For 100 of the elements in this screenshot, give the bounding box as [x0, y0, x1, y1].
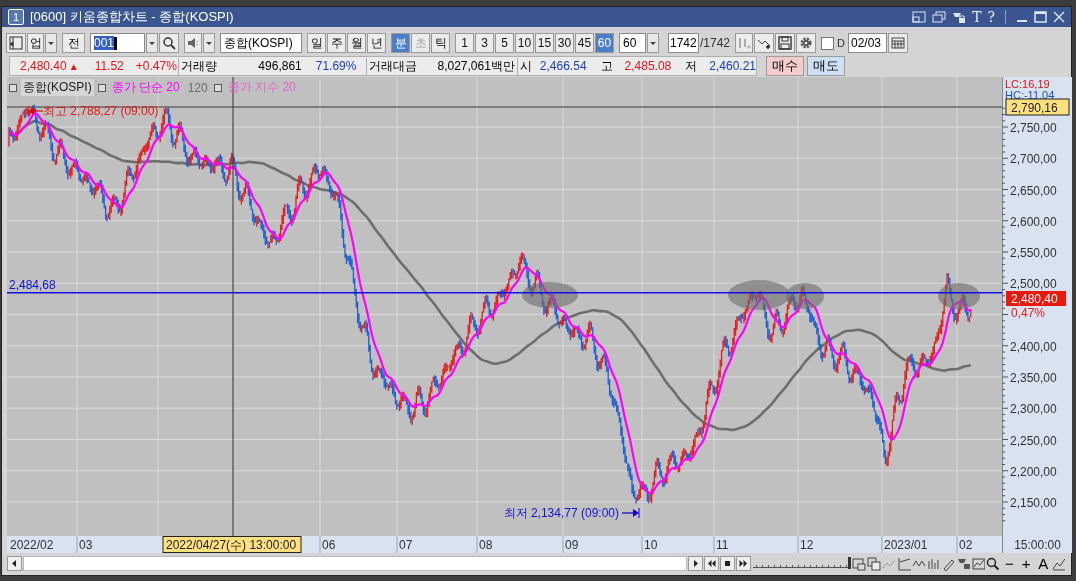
scroll-right-icon [691, 559, 700, 568]
settings-icon [799, 36, 814, 50]
stop-icon [722, 559, 732, 568]
change-percent: +0.47% [135, 59, 176, 73]
candle-add-icon [737, 36, 752, 50]
windows-icon[interactable] [932, 11, 947, 23]
axis-tick-label: 2,250,00 [1010, 433, 1057, 448]
lock-icon[interactable] [956, 556, 971, 571]
scope-button[interactable]: 전 [62, 33, 85, 53]
fast-forward-button[interactable] [735, 556, 751, 571]
windows-icon[interactable] [867, 556, 881, 571]
interval-button[interactable]: 10 [515, 33, 534, 53]
speaker-button[interactable] [184, 33, 202, 53]
axis-tick-label: 2,650,00 [1010, 183, 1057, 198]
axis-tick-label: 2,550,00 [1010, 246, 1057, 260]
interval-button[interactable]: 5 [495, 33, 514, 53]
interval-button[interactable]: 45 [575, 33, 594, 53]
axis-tick-label: 2,350,00 [1010, 371, 1057, 385]
date-input[interactable]: 02/03 [848, 33, 887, 53]
maximize-icon[interactable] [1034, 11, 1047, 23]
period-tab[interactable]: 년 [367, 33, 386, 53]
hc-value: HC:-11,04 [1005, 89, 1055, 101]
current-price: 2,480.40 [20, 59, 67, 73]
last-percent: 0,47% [1011, 306, 1046, 320]
tool-button[interactable]: + [1018, 556, 1035, 571]
period-tab[interactable]: 분 [391, 33, 410, 53]
amount-label: 거래대금 [366, 57, 418, 75]
buy-button[interactable]: 매수 [766, 56, 804, 76]
period-tab[interactable]: 월 [347, 33, 366, 53]
lock-icon[interactable] [952, 10, 967, 24]
window-number: 1 [8, 9, 24, 25]
axis-tick-label: 2,600,00 [1010, 214, 1057, 229]
legend-marker[interactable] [97, 83, 106, 92]
sound-dropdown[interactable] [203, 33, 215, 53]
code-dropdown[interactable] [146, 33, 158, 53]
stop-button[interactable] [719, 556, 735, 571]
axis-tick-label: 12 [800, 538, 814, 552]
search-icon [162, 36, 176, 50]
slider-thumb[interactable] [847, 557, 851, 569]
zoom-slider[interactable] [751, 556, 852, 571]
axis-tick-label: 03 [79, 538, 93, 552]
scroll-left-button[interactable] [7, 556, 22, 571]
legend-label[interactable]: 종합(KOSPI) [21, 79, 94, 96]
legend-marker[interactable] [213, 83, 222, 92]
interval-button[interactable]: 3 [475, 33, 494, 53]
interval-dropdown[interactable] [647, 33, 659, 53]
scroll-left-icon [9, 559, 19, 568]
interval-button[interactable]: 15 [535, 33, 554, 53]
chart-image-icon[interactable] [971, 556, 986, 571]
line-add-button[interactable] [754, 33, 775, 53]
trend-line-icon[interactable] [896, 556, 911, 571]
bars-icon[interactable] [926, 556, 941, 571]
layout-button[interactable] [6, 33, 26, 53]
axis-tick-label: 02 [959, 538, 973, 552]
close-icon[interactable] [1053, 11, 1065, 23]
checkbox[interactable] [821, 36, 835, 50]
chart-window-icon[interactable] [852, 556, 867, 571]
market-dropdown[interactable] [45, 33, 57, 53]
interval-button[interactable]: 30 [555, 33, 574, 53]
interval-button[interactable]: 1 [455, 33, 474, 53]
search-button[interactable] [159, 33, 179, 53]
interval-button[interactable]: 60 [595, 33, 614, 53]
title-tool-button[interactable]: T [972, 9, 982, 25]
high-label: 고 [600, 57, 613, 75]
title-tool-button[interactable]: ? [987, 9, 995, 25]
period-tab[interactable]: 틱 [431, 33, 450, 53]
legend-marker[interactable] [9, 83, 17, 92]
sell-button[interactable]: 매도 [807, 56, 845, 76]
interval-select[interactable]: 60 [619, 33, 646, 53]
axis-tick-label: 10 [644, 538, 658, 552]
axis-tick-label: 2,500,00 [1010, 277, 1057, 292]
calendar-button[interactable] [888, 33, 908, 53]
up-arrow: ▲ [68, 60, 79, 72]
axis-tick-label: 2,200,00 [1010, 464, 1057, 479]
arrow-icon [28, 105, 44, 117]
period-tab[interactable]: 주 [327, 33, 346, 53]
rewind-button[interactable] [703, 556, 719, 571]
symbol-name-field[interactable]: 종합(KOSPI) [220, 33, 302, 53]
axis-tick-label: 2,150,00 [1010, 496, 1057, 510]
chart-menu-icon[interactable] [1052, 556, 1066, 571]
search-icon[interactable] [986, 556, 1001, 571]
calendar-icon [891, 36, 905, 50]
save-icon [778, 36, 793, 50]
window-layout-icon[interactable] [912, 11, 927, 23]
market-button[interactable]: 업 [27, 33, 44, 53]
code-input[interactable]: 001 [90, 33, 145, 53]
axis-tick-label: 07 [399, 538, 413, 552]
price-change: 11.52 [94, 59, 124, 73]
high-marker: 최고 2,788,27 (09:00) [43, 104, 159, 118]
tool-button[interactable]: − [1001, 556, 1018, 571]
count-input[interactable]: 1742 [668, 33, 699, 53]
settings-button[interactable] [796, 33, 817, 53]
tool-button[interactable]: A [1035, 556, 1052, 571]
last-price-label: 2,480,40 [1006, 291, 1066, 306]
scroll-right-button[interactable] [688, 556, 703, 571]
save-button[interactable] [775, 33, 796, 53]
window-title: [0600] 키움종합차트 - 종합(KOSPI) [30, 8, 235, 26]
period-tab[interactable]: 일 [307, 33, 326, 53]
open-label: 시 [516, 57, 532, 75]
layout-icon [9, 36, 23, 50]
